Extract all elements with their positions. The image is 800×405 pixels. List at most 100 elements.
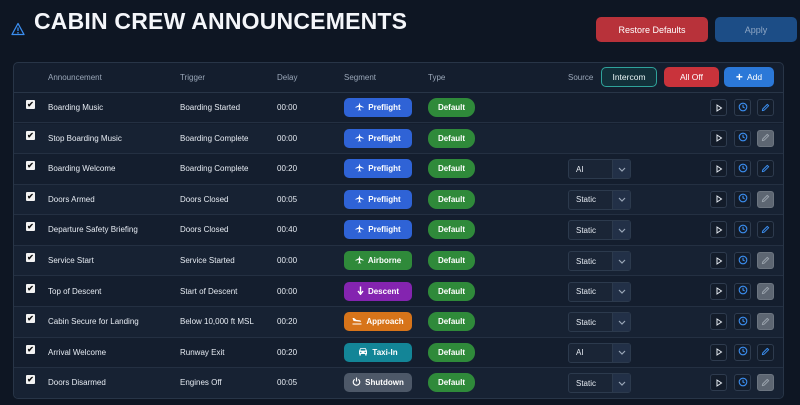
announcement-name: Departure Safety Briefing [48, 225, 138, 235]
trigger-text: Runway Exit [180, 347, 225, 357]
schedule-button[interactable] [734, 282, 751, 300]
announcement-name: Cabin Secure for Landing [48, 317, 139, 327]
edit-button[interactable] [757, 252, 774, 269]
row-checkbox[interactable]: ✔ [26, 161, 35, 171]
apply-button[interactable]: Apply [715, 17, 797, 42]
table-row: ✔ Stop Boarding Music Boarding Complete 00:… [14, 123, 783, 154]
edit-button[interactable] [757, 282, 774, 300]
edit-button[interactable] [757, 374, 774, 392]
play-button[interactable] [710, 99, 727, 116]
delay-text: 00:00 [277, 133, 298, 143]
segment-badge: Preflight [344, 98, 412, 117]
source-select[interactable]: Static [568, 373, 631, 394]
column-header-type: Type [428, 73, 446, 82]
play-button[interactable] [710, 374, 727, 392]
row-checkbox[interactable]: ✔ [26, 283, 35, 293]
delay-text: 00:00 [277, 103, 298, 112]
source-value: Static [576, 287, 597, 297]
clock-icon [738, 129, 748, 147]
pencil-icon [761, 313, 770, 331]
chevron-down-icon [612, 221, 630, 240]
edit-button[interactable] [757, 99, 774, 116]
edit-button[interactable] [757, 190, 774, 208]
play-button[interactable] [710, 282, 727, 300]
play-button[interactable] [710, 252, 727, 269]
clock-icon [738, 282, 748, 300]
source-select[interactable]: Static [568, 251, 631, 271]
add-button[interactable]: + Add [724, 67, 774, 87]
row-checkbox[interactable]: ✔ [26, 191, 35, 201]
edit-button[interactable] [757, 313, 774, 331]
schedule-button[interactable] [734, 129, 751, 147]
segment-badge: Preflight [344, 128, 412, 148]
play-button[interactable] [710, 160, 727, 178]
type-badge: Default [428, 159, 475, 179]
edit-button[interactable] [757, 129, 774, 147]
play-icon [715, 99, 723, 117]
clock-icon [738, 343, 748, 361]
source-select[interactable]: Static [568, 281, 631, 302]
delay-text: 00:20 [277, 164, 298, 174]
play-button[interactable] [710, 221, 727, 239]
play-icon [715, 343, 723, 361]
source-value: Static [576, 317, 597, 327]
type-badge: Default [428, 312, 475, 332]
clock-icon [738, 221, 748, 239]
row-checkbox[interactable]: ✔ [26, 222, 35, 232]
source-value: AI [576, 164, 584, 174]
source-select[interactable]: AI [568, 159, 631, 180]
row-checkbox[interactable]: ✔ [26, 100, 35, 109]
edit-button[interactable] [757, 221, 774, 239]
chevron-down-icon [612, 313, 630, 332]
column-header-announcement: Announcement [48, 73, 102, 82]
schedule-button[interactable] [734, 252, 751, 269]
source-select[interactable]: Static [568, 220, 631, 241]
schedule-button[interactable] [734, 190, 751, 208]
type-badge: Default [428, 342, 475, 362]
restore-defaults-button[interactable]: Restore Defaults [596, 17, 708, 42]
schedule-button[interactable] [734, 99, 751, 116]
source-select[interactable]: AI [568, 342, 631, 363]
row-checkbox[interactable]: ✔ [26, 130, 35, 140]
play-icon [715, 129, 723, 147]
column-header-trigger: Trigger [180, 73, 206, 82]
type-badge: Default [428, 98, 475, 117]
play-icon [715, 190, 723, 208]
segment-label: Shutdown [365, 378, 404, 388]
edit-button[interactable] [757, 160, 774, 178]
play-icon [715, 313, 723, 331]
play-icon [715, 160, 723, 178]
trigger-text: Engines Off [180, 378, 222, 388]
edit-button[interactable] [757, 343, 774, 361]
row-checkbox[interactable]: ✔ [26, 375, 35, 385]
trigger-text: Boarding Started [180, 103, 241, 112]
source-select[interactable]: Static [568, 312, 631, 333]
row-checkbox[interactable]: ✔ [26, 314, 35, 324]
source-select[interactable]: Static [568, 189, 631, 210]
schedule-button[interactable] [734, 374, 751, 392]
table-row: ✔ Cabin Secure for Landing Below 10,000 ft… [14, 307, 783, 338]
pencil-icon [761, 160, 770, 178]
segment-label: Preflight [368, 225, 401, 235]
row-checkbox[interactable]: ✔ [26, 253, 35, 262]
announcement-name: Service Start [48, 256, 94, 265]
all-off-button[interactable]: All Off [664, 67, 719, 87]
schedule-button[interactable] [734, 313, 751, 331]
plane-icon [355, 102, 364, 113]
intercom-button[interactable]: Intercom [601, 67, 657, 87]
trigger-text: Service Started [180, 256, 235, 265]
play-button[interactable] [710, 190, 727, 208]
table-row: ✔ Service Start Service Started 00:00 Airbor… [14, 246, 783, 277]
trigger-text: Doors Closed [180, 194, 229, 204]
play-button[interactable] [710, 129, 727, 147]
power-icon [352, 377, 361, 388]
chevron-down-icon [612, 343, 630, 362]
announcement-name: Boarding Music [48, 103, 104, 112]
play-button[interactable] [710, 343, 727, 361]
schedule-button[interactable] [734, 343, 751, 361]
schedule-button[interactable] [734, 160, 751, 178]
schedule-button[interactable] [734, 221, 751, 239]
play-button[interactable] [710, 313, 727, 331]
row-checkbox[interactable]: ✔ [26, 344, 35, 354]
plane-icon [355, 194, 364, 205]
